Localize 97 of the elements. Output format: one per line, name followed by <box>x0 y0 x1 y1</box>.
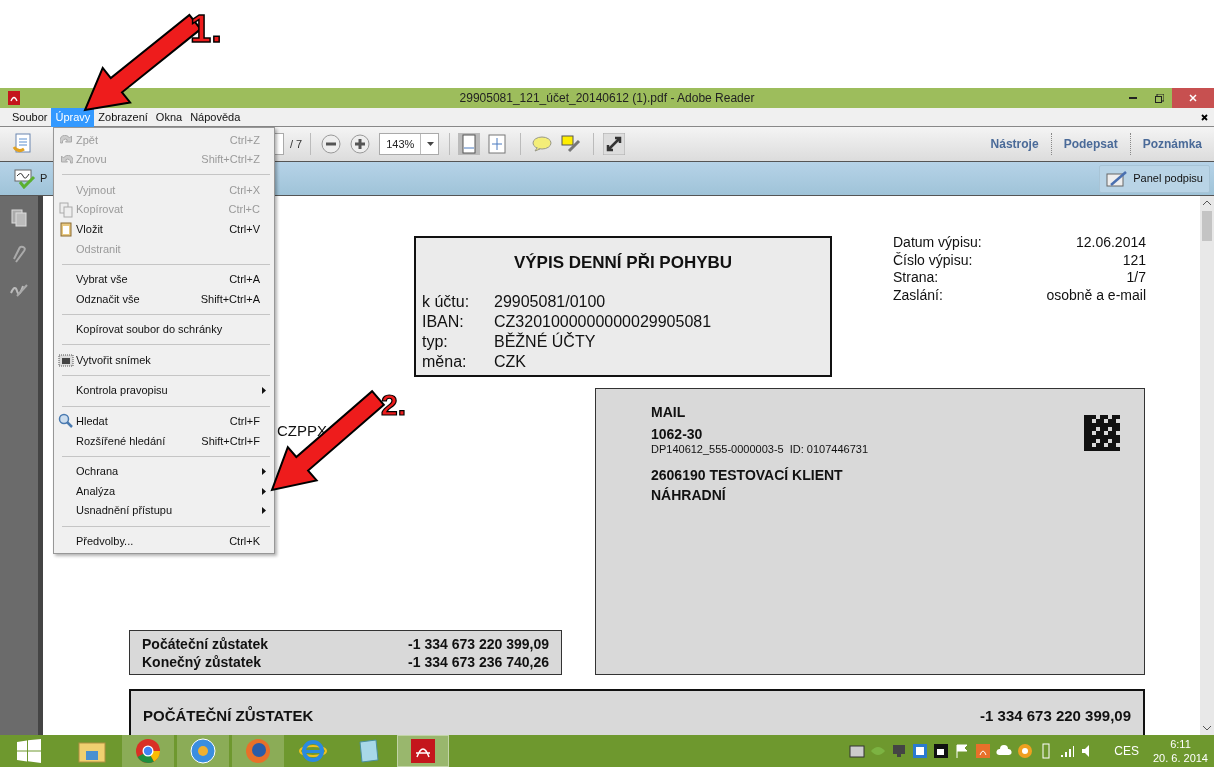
restore-icon[interactable] <box>1154 93 1164 103</box>
toolbar-tab[interactable]: Nástroje <box>978 135 1051 153</box>
scroll-thumb[interactable] <box>1202 211 1212 241</box>
menu-item[interactable]: Ochrana <box>54 461 274 482</box>
field-value: 29905081/0100 <box>494 291 606 312</box>
redo-icon <box>59 154 73 164</box>
menu-item[interactable]: Hledat Ctrl+F <box>54 411 274 432</box>
info-label: Strana: <box>893 269 939 287</box>
menu-item: Odstranit <box>75 241 122 257</box>
address-code: 1062-30 <box>651 425 704 443</box>
menu-item[interactable]: Vybrat vše Ctrl+A <box>54 269 274 290</box>
scroll-bar[interactable] <box>1200 196 1214 735</box>
undo-icon <box>59 135 73 145</box>
balance-label: Konečný zůstatek <box>142 653 262 671</box>
address-line: NÁHRADNÍ <box>651 486 727 505</box>
balance-label: Počáteční zůstatek <box>142 635 269 653</box>
field-value: CZ3201000000000029905081 <box>494 311 712 332</box>
field-label: IBAN: <box>422 311 465 332</box>
toolbar-tab[interactable]: Podepsat <box>1051 135 1130 153</box>
data-matrix-code-icon <box>1084 415 1120 451</box>
menu-item[interactable]: Vytvořit snímek <box>54 350 274 370</box>
signature-icon[interactable] <box>10 283 28 297</box>
menu-item: Zpět Ctrl+Z <box>54 130 274 150</box>
menu-item[interactable]: Kontrola pravopisu <box>54 380 274 401</box>
clipboard-icon <box>58 221 74 238</box>
paperclip-icon[interactable] <box>11 245 27 265</box>
menu-item[interactable]: Předvolby... Ctrl+K <box>54 531 274 552</box>
menu-item[interactable]: Rozšířené hledání Shift+Ctrl+F <box>54 431 274 451</box>
fit-width-icon[interactable] <box>458 133 481 155</box>
info-value: 1/7 <box>1126 269 1146 287</box>
menu-item: Kopírovat Ctrl+C <box>54 199 274 220</box>
menu-item: Vyjmout Ctrl+X <box>75 182 261 198</box>
caret-icon <box>427 142 435 146</box>
menu-item[interactable]: Nápověda <box>186 107 245 127</box>
info-value: osobně a e-mail <box>1046 286 1146 304</box>
address-type: MAIL <box>651 403 687 421</box>
annotation-number: 1. <box>190 10 222 48</box>
balance-value: -1 334 673 220 399,09 <box>408 635 549 653</box>
pages-icon[interactable] <box>11 209 27 227</box>
submenu-arrow-icon <box>262 468 266 475</box>
zoom-in-icon[interactable] <box>350 134 371 154</box>
close-icon <box>1189 94 1197 102</box>
toolbar-tab[interactable]: Poznámka <box>1130 135 1214 153</box>
balance-label: POČÁTEČNÍ ZŮSTATEK <box>143 705 314 726</box>
menu-item[interactable]: Odznačit vše Shift+Ctrl+A <box>54 289 274 309</box>
field-label: typ: <box>422 331 449 352</box>
info-label: Datum výpisu: <box>893 234 982 252</box>
zoom-out-icon[interactable] <box>321 134 342 154</box>
close-icon[interactable] <box>1201 114 1208 121</box>
menu-item[interactable]: Analýza <box>54 481 274 501</box>
menu-item: Znovu Shift+Ctrl+Z <box>54 149 274 170</box>
scroll-down-icon[interactable] <box>1203 726 1211 731</box>
balance-value: -1 334 673 236 740,26 <box>408 653 549 671</box>
windows-start-icon[interactable] <box>17 739 41 763</box>
info-value: 12.06.2014 <box>1075 234 1146 252</box>
signature-panel-button[interactable]: Panel podpisu <box>1099 164 1210 193</box>
menu-item[interactable]: Zobrazení <box>94 107 152 127</box>
submenu-arrow-icon <box>262 387 266 395</box>
annotation-number: 2. <box>381 390 407 420</box>
window-title: 29905081_121_účet_20140612 (1).pdf - Adobe Reader <box>459 90 755 107</box>
signature-check-icon[interactable] <box>14 168 36 189</box>
submenu-arrow-icon <box>262 487 266 495</box>
highlight-text-icon[interactable] <box>561 135 582 153</box>
info-label: Číslo výpisu: <box>893 251 973 269</box>
field-value: BĚŽNÉ ÚČTY <box>494 331 596 352</box>
search-icon <box>58 413 74 430</box>
client-name: 2606190 TESTOVACÍ KLIENT <box>651 466 844 485</box>
field-value: CZK <box>494 351 526 372</box>
signal-icon[interactable] <box>1059 743 1076 759</box>
copy-icon <box>58 201 74 218</box>
camera-icon <box>58 352 74 369</box>
menu-item[interactable]: Usnadnění přístupu <box>54 500 274 521</box>
scroll-up-icon[interactable] <box>1203 200 1211 205</box>
menu-item[interactable]: Okna <box>151 107 187 127</box>
statement-title: VÝPIS DENNÍ PŘI POHYBU <box>512 252 734 274</box>
close-button[interactable] <box>1172 88 1214 108</box>
info-label: Zaslání: <box>893 286 943 304</box>
field-label: měna: <box>422 351 468 372</box>
menu-item[interactable]: Kopírovat soubor do schránky <box>54 319 274 340</box>
menu-item[interactable]: Soubor <box>8 107 52 127</box>
fit-page-icon[interactable] <box>488 134 507 154</box>
client-id: ID: 0107446731 <box>789 443 869 456</box>
balance-value: -1 334 673 220 399,09 <box>980 706 1131 726</box>
menu-item[interactable]: Vložit Ctrl+V <box>54 219 274 239</box>
expand-icon[interactable] <box>603 133 626 155</box>
document-text: CZPPX <box>277 421 327 441</box>
page-total: / 7 <box>290 136 303 152</box>
comment-icon[interactable] <box>532 136 553 152</box>
field-label: k účtu: <box>422 291 471 312</box>
info-value: 121 <box>1122 251 1146 269</box>
signature-pen-icon <box>1106 170 1129 187</box>
circle-app-icon[interactable] <box>1017 743 1034 759</box>
sign-bar-label: P <box>40 171 48 187</box>
document-icon[interactable] <box>12 133 32 155</box>
reference-number: DP140612_555-0000003-5 <box>651 443 784 456</box>
submenu-arrow-icon <box>262 507 266 515</box>
zoom-dropdown[interactable]: 143% <box>379 133 440 155</box>
